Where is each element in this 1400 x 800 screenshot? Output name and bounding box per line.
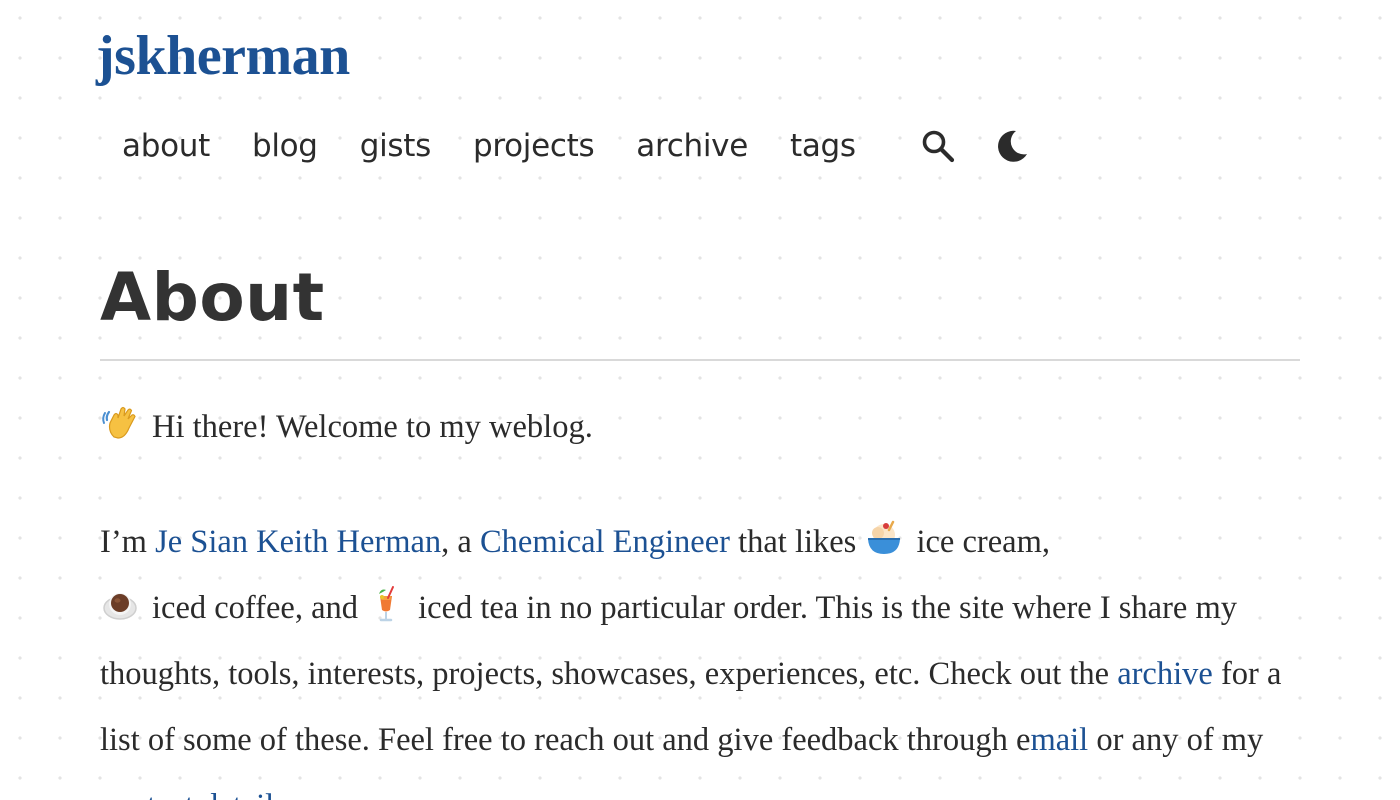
waving-hand-icon	[100, 403, 140, 443]
nav-item-projects[interactable]: projects	[473, 124, 595, 168]
tropical-drink-icon	[366, 584, 406, 624]
greeting-text: Hi there! Welcome to my weblog.	[152, 409, 593, 445]
coffee-icon	[100, 584, 140, 624]
site-title-link[interactable]: jskherman	[96, 28, 350, 84]
title-divider	[100, 359, 1300, 361]
intro-text: I’m	[100, 524, 156, 560]
archive-link[interactable]: archive	[1117, 656, 1213, 692]
search-button[interactable]	[918, 124, 958, 168]
nav-item-archive[interactable]: archive	[636, 124, 748, 168]
name-link[interactable]: Je Sian Keith Herman	[155, 524, 441, 560]
nav-item-gists[interactable]: gists	[360, 124, 432, 168]
intro-text: that likes	[729, 524, 865, 560]
theme-toggle-button[interactable]	[992, 124, 1032, 168]
nav-item-blog[interactable]: blog	[252, 124, 318, 168]
nav-item-about[interactable]: about	[122, 124, 210, 168]
intro-paragraph: I’m Je Sian Keith Herman, a Chemical Eng…	[100, 509, 1305, 800]
ice-cream-icon	[864, 518, 904, 558]
intro-text: or any of my	[1088, 722, 1264, 758]
intro-text: .	[287, 788, 295, 800]
moon-icon	[997, 130, 1027, 162]
profession-link[interactable]: Chemical Engineer	[480, 524, 730, 560]
intro-text: ice cream,	[916, 524, 1050, 560]
intro-text: iced coffee, and	[152, 590, 367, 626]
intro-text: , a	[441, 524, 480, 560]
email-link[interactable]: mail	[1030, 722, 1088, 758]
main-nav: about blog gists projects archive tags	[122, 124, 1066, 168]
nav-item-tags[interactable]: tags	[790, 124, 856, 168]
greeting-paragraph: Hi there! Welcome to my weblog.	[100, 395, 1305, 459]
page-title: About	[100, 259, 325, 336]
search-icon	[922, 130, 954, 163]
about-content: Hi there! Welcome to my weblog. I’m Je S…	[100, 395, 1305, 800]
contact-details-link[interactable]: contact details	[100, 788, 287, 800]
